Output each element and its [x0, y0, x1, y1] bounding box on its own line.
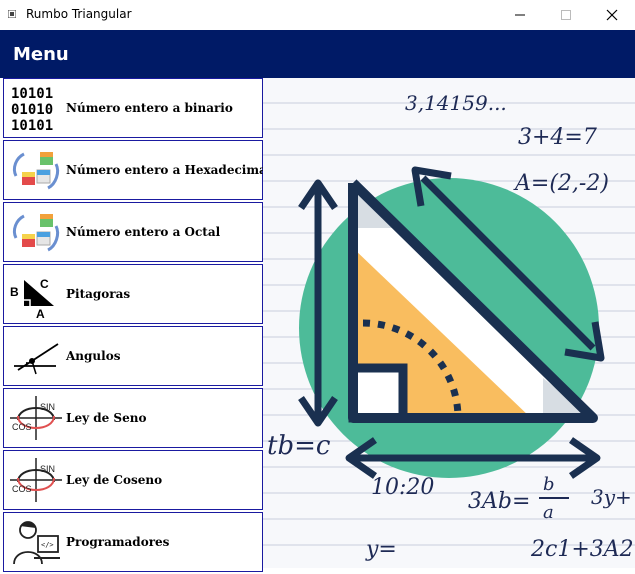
cubes-icon — [12, 152, 60, 190]
binary-icon: 10101 01010 10101 — [11, 86, 53, 132]
math-background: 3,14159... 3+4=7 A=(2,-2) 10:20 3Ab= b a… — [263, 78, 635, 568]
formula-text: 3Ab= — [468, 489, 530, 514]
svg-text:</>: </> — [41, 541, 54, 549]
menu-label: Ley de Coseno — [66, 473, 163, 487]
formula-text: tb=c — [267, 431, 331, 461]
formula-text: 2c1+3A2 — [530, 537, 634, 562]
menu-label: Angulos — [66, 349, 121, 363]
formula-text: a — [543, 502, 554, 523]
angle-icon — [14, 343, 59, 375]
programmer-icon: </> — [13, 521, 60, 565]
svg-text:SIN: SIN — [40, 464, 55, 474]
svg-text:SIN: SIN — [40, 402, 55, 412]
svg-text:C: C — [40, 277, 49, 291]
formula-text: b — [543, 474, 555, 495]
svg-text:01010: 01010 — [11, 102, 53, 118]
svg-text:B: B — [10, 285, 19, 299]
maximize-icon — [561, 10, 571, 20]
svg-text:A: A — [36, 307, 45, 318]
formula-text: 3+4=7 — [518, 125, 597, 150]
minimize-icon — [515, 14, 525, 16]
app-icon — [8, 10, 16, 18]
minimize-button[interactable] — [497, 0, 543, 30]
close-button[interactable] — [589, 0, 635, 30]
menu-item-programadores[interactable]: </> Programadores — [3, 512, 263, 572]
menu-label: Pitagoras — [66, 287, 131, 301]
menu-item-angulos[interactable]: Angulos — [3, 326, 263, 386]
maximize-button[interactable] — [543, 0, 589, 30]
header-title: Menu — [13, 44, 69, 65]
side-menu: 10101 01010 10101 Número entero a binari… — [3, 78, 271, 574]
cubes-icon — [12, 214, 60, 252]
triangle-illustration: 3,14159... 3+4=7 A=(2,-2) 10:20 3Ab= b a… — [263, 78, 635, 568]
sin-cos-icon: SIN COS — [10, 396, 62, 440]
menu-label: Número entero a binario — [66, 101, 233, 115]
sin-cos-icon: SIN COS — [10, 458, 62, 502]
menu-label: Programadores — [66, 535, 170, 549]
triangle-abc-icon: B C A — [10, 277, 54, 318]
menu-item-octal[interactable]: Número entero a Octal — [3, 202, 263, 262]
menu-item-ley-de-seno[interactable]: SIN COS Ley de Seno — [3, 388, 263, 448]
menu-item-hexadecimal[interactable]: Número entero a Hexadecimal — [3, 140, 271, 200]
formula-text: 3,14159... — [405, 91, 507, 115]
menu-item-pitagoras[interactable]: B C A Pitagoras — [3, 264, 263, 324]
menu-item-ley-de-coseno[interactable]: SIN COS Ley de Coseno — [3, 450, 263, 510]
menu-item-binario[interactable]: 10101 01010 10101 Número entero a binari… — [3, 78, 263, 138]
app-header: Menu — [0, 30, 635, 78]
svg-text:COS: COS — [12, 484, 32, 494]
svg-text:10101: 10101 — [11, 86, 53, 102]
formula-text: 10:20 — [371, 475, 434, 500]
close-icon — [606, 9, 618, 21]
menu-label: Número entero a Octal — [66, 225, 221, 239]
formula-text: 3y+ — [591, 485, 632, 509]
formula-text: y= — [365, 537, 397, 562]
title-bar: Rumbo Triangular — [0, 0, 635, 31]
menu-label: Número entero a Hexadecimal — [66, 163, 272, 177]
window-title: Rumbo Triangular — [26, 7, 132, 21]
menu-label: Ley de Seno — [66, 411, 147, 425]
svg-text:COS: COS — [12, 422, 32, 432]
formula-text: A=(2,-2) — [513, 171, 609, 196]
svg-text:10101: 10101 — [11, 118, 53, 132]
